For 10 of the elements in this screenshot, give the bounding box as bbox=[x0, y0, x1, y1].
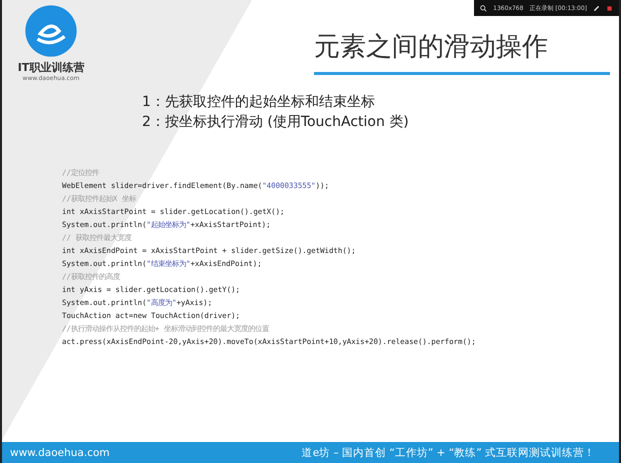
logo-icon bbox=[24, 4, 78, 58]
footer-slogan: 道e坊 – 国内首创 “工作坊” + “教练” 式互联网测试训练营！ bbox=[302, 446, 595, 460]
slide-title: 元素之间的滑动操作 bbox=[314, 31, 549, 64]
step-text: 1：先获取控件的起始坐标和结束坐标 bbox=[142, 93, 376, 112]
logo-text: IT职业训练营 bbox=[18, 60, 84, 75]
pencil-icon[interactable] bbox=[593, 4, 600, 12]
footer-url: www.daoehua.com bbox=[10, 446, 110, 458]
stop-icon[interactable] bbox=[606, 4, 613, 12]
zoom-icon[interactable] bbox=[480, 4, 488, 12]
step-text: 2：按坐标执行滑动 (使用TouchAction 类) bbox=[142, 113, 410, 132]
